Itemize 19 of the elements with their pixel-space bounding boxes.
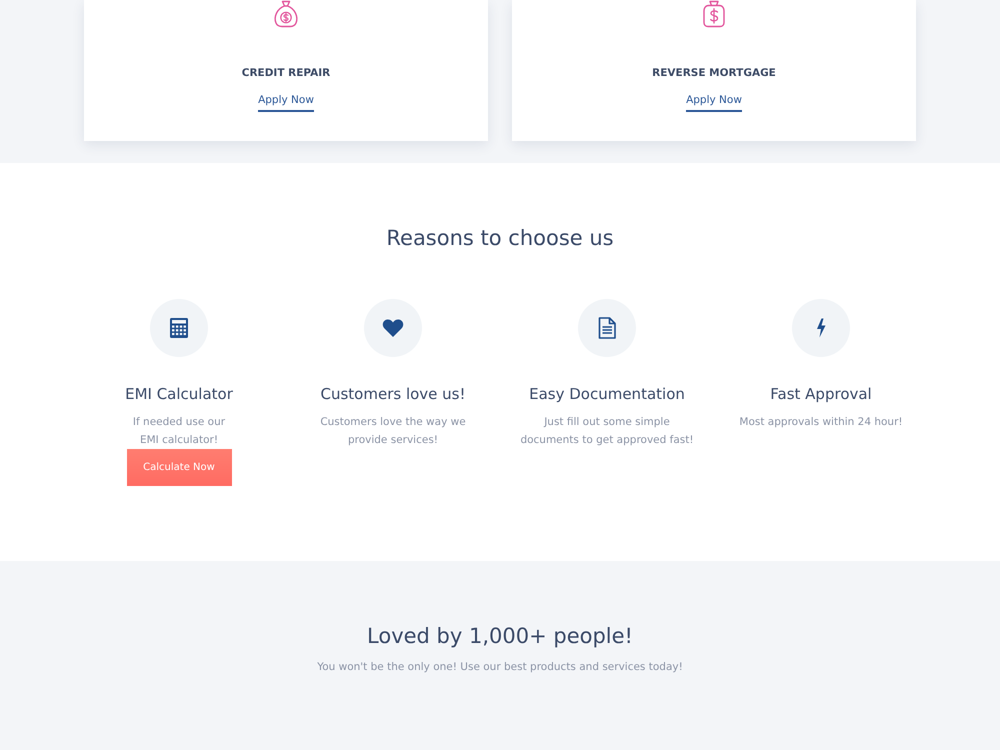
apply-now-link[interactable]: Apply Now bbox=[258, 92, 314, 112]
document-icon bbox=[578, 299, 636, 357]
feature-title: Easy Documentation bbox=[529, 384, 685, 405]
section-heading: Reasons to choose us bbox=[385, 225, 615, 252]
feature-title: Customers love us! bbox=[320, 384, 466, 405]
feature-description: Just fill out some simple documents to get approved fast! bbox=[520, 415, 694, 448]
service-title: REVERSE MORTGAGE bbox=[652, 66, 776, 80]
feature-description: Most approvals within 24 hour! bbox=[739, 415, 903, 430]
feature-title: EMI Calculator bbox=[125, 384, 233, 405]
feature-description: If needed use our EMI calculator! bbox=[132, 415, 226, 448]
section-heading: Loved by 1,000+ people! bbox=[366, 623, 634, 650]
apply-now-link[interactable]: Apply Now bbox=[686, 92, 742, 112]
money-bag-icon bbox=[272, 0, 300, 28]
section-subtitle: You won't be the only one! Use our best products and services today! bbox=[316, 660, 684, 675]
feature-description: Customers love the way we provide services! bbox=[320, 415, 466, 448]
lightning-icon bbox=[792, 299, 850, 357]
feature-title: Fast Approval bbox=[770, 384, 872, 405]
service-title: CREDIT REPAIR bbox=[242, 66, 330, 80]
calculator-icon bbox=[150, 299, 208, 357]
